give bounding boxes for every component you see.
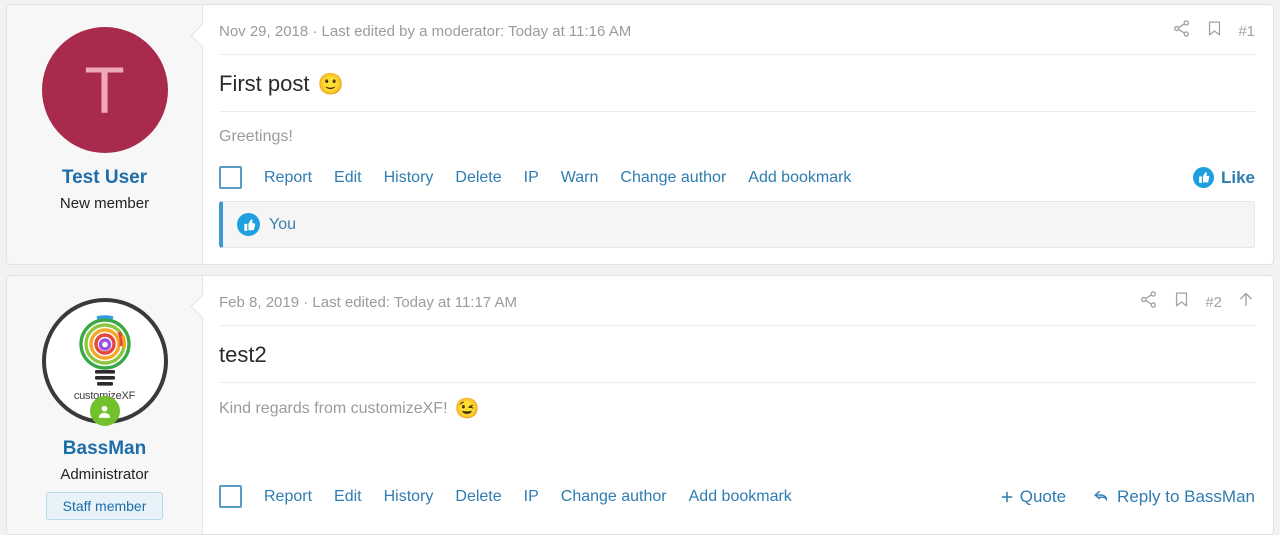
avatar[interactable]: customizeXF — [41, 298, 168, 426]
like-button[interactable]: Like — [1192, 167, 1255, 188]
thread-post-list: T Test User New member Nov 29, 2018 · La… — [0, 0, 1280, 535]
post-header-icons: #2 — [1139, 290, 1255, 314]
post-title: First post 🙂 — [219, 55, 1255, 112]
post-body-spacer — [219, 427, 1255, 473]
action-delete[interactable]: Delete — [455, 169, 501, 187]
post-date: Nov 29, 2018 · Last edited by a moderato… — [219, 22, 632, 40]
post-message: Kind regards from customizeXF! 😉 — [219, 383, 1255, 427]
bookmark-icon[interactable] — [1173, 290, 1190, 314]
action-ip[interactable]: IP — [524, 169, 539, 187]
post-title: test2 — [219, 326, 1255, 383]
username-link[interactable]: BassMan — [17, 438, 192, 461]
thumbs-up-icon — [1192, 167, 1214, 188]
action-change-author[interactable]: Change author — [620, 169, 726, 187]
post-header-icons: #1 — [1172, 19, 1255, 43]
action-change-author[interactable]: Change author — [561, 488, 667, 506]
post-title-text: test2 — [219, 342, 267, 367]
username-link[interactable]: Test User — [17, 167, 192, 190]
action-report[interactable]: Report — [264, 169, 312, 187]
scroll-up-arrow-icon[interactable] — [1237, 290, 1255, 314]
post-content: Nov 29, 2018 · Last edited by a moderato… — [190, 5, 1273, 264]
avatar[interactable]: T — [41, 27, 168, 153]
staff-member-badge: Staff member — [45, 491, 164, 520]
like-button-label: Like — [1220, 167, 1255, 187]
post-actions: Report Edit History Delete IP Change aut… — [219, 473, 1255, 520]
wink-emoji-icon: 😉 — [454, 398, 480, 420]
reaction-text: You — [269, 215, 296, 233]
reaction-bar[interactable]: You — [219, 201, 1255, 248]
share-icon[interactable] — [1139, 290, 1158, 314]
reaction-thumbs-up-icon — [237, 213, 260, 236]
post-message: Greetings! — [219, 112, 1255, 154]
action-history[interactable]: History — [384, 488, 434, 506]
avatar-letter: T — [41, 27, 168, 153]
quote-button-label: Quote — [1019, 486, 1067, 506]
smile-emoji-icon: 🙂 — [317, 72, 344, 96]
action-ip[interactable]: IP — [524, 488, 539, 506]
post-user-column: T Test User New member — [7, 5, 203, 264]
reply-button[interactable]: Reply to BassMan — [1092, 487, 1255, 507]
post-title-text: First post — [219, 71, 310, 96]
reply-button-label: Reply to BassMan — [1117, 486, 1255, 506]
lightbulb-logo-icon — [78, 315, 131, 386]
online-status-icon — [89, 396, 120, 426]
share-icon[interactable] — [1172, 19, 1191, 43]
reply-arrow-icon — [1094, 490, 1108, 501]
action-warn[interactable]: Warn — [561, 169, 599, 187]
action-edit[interactable]: Edit — [334, 169, 362, 187]
user-title: Administrator — [60, 465, 149, 483]
post-number[interactable]: #2 — [1205, 294, 1222, 311]
action-report[interactable]: Report — [264, 488, 312, 506]
bookmark-icon[interactable] — [1206, 19, 1223, 43]
post-header: Feb 8, 2019 · Last edited: Today at 11:1… — [219, 276, 1255, 326]
post-footer-buttons: Quote Reply to BassMan — [1000, 487, 1255, 507]
action-delete[interactable]: Delete — [455, 488, 501, 506]
post-message-text: Kind regards from customizeXF! — [219, 400, 448, 417]
post-select-checkbox[interactable] — [219, 166, 242, 189]
user-title: New member — [59, 194, 150, 212]
post-item: customizeXF BassMan Administrator Staff … — [6, 275, 1274, 535]
post-number[interactable]: #1 — [1238, 23, 1255, 40]
post-header: Nov 29, 2018 · Last edited by a moderato… — [219, 5, 1255, 55]
post-user-column: customizeXF BassMan Administrator Staff … — [7, 276, 203, 534]
action-history[interactable]: History — [384, 169, 434, 187]
plus-icon — [1001, 491, 1013, 502]
post-content: Feb 8, 2019 · Last edited: Today at 11:1… — [190, 276, 1273, 534]
post-message-text: Greetings! — [219, 128, 293, 145]
post-item: T Test User New member Nov 29, 2018 · La… — [6, 4, 1274, 265]
action-add-bookmark[interactable]: Add bookmark — [689, 488, 792, 506]
action-add-bookmark[interactable]: Add bookmark — [748, 169, 851, 187]
post-select-checkbox[interactable] — [219, 485, 242, 508]
quote-button[interactable]: Quote — [1000, 487, 1066, 507]
action-edit[interactable]: Edit — [334, 488, 362, 506]
post-actions: Report Edit History Delete IP Warn Chang… — [219, 154, 1255, 201]
post-date: Feb 8, 2019 · Last edited: Today at 11:1… — [219, 293, 517, 311]
